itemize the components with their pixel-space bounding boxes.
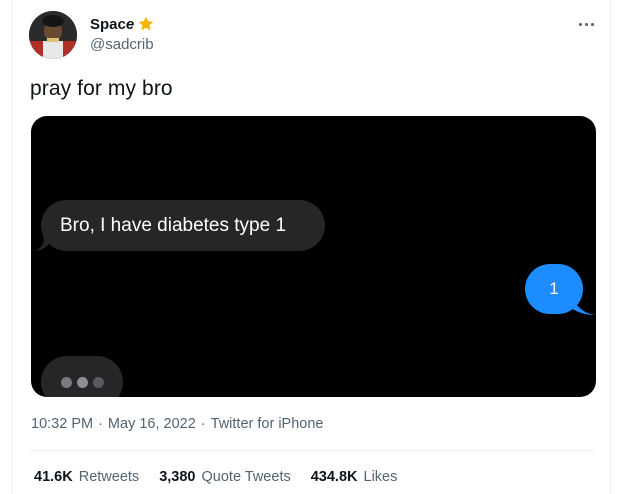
star-icon <box>137 15 155 33</box>
timeline-border-left <box>12 0 13 494</box>
tweet-media-image[interactable]: Bro, I have diabetes type 1 1 <box>31 116 596 397</box>
avatar-photo-icon <box>29 11 77 59</box>
typing-dot <box>60 376 72 388</box>
meta-separator: · <box>98 416 103 432</box>
author-avatar[interactable] <box>29 11 77 59</box>
tweet-text: pray for my bro <box>30 77 173 100</box>
likes-stat[interactable]: 434.8K Likes <box>311 469 398 485</box>
divider <box>30 450 595 451</box>
author-handle[interactable]: @sadcrib <box>90 36 154 53</box>
author-name-row: Space <box>90 14 155 34</box>
received-message-bubble: Bro, I have diabetes type 1 <box>41 200 325 251</box>
more-dot <box>584 22 588 26</box>
quote-tweets-stat[interactable]: 3,380 Quote Tweets <box>159 469 291 485</box>
author-display-name[interactable]: Space <box>90 16 134 33</box>
more-horizontal-icon <box>578 22 582 26</box>
tweet-time[interactable]: 10:32 PM <box>31 416 93 432</box>
more-options-button[interactable] <box>572 12 600 36</box>
typing-dots-icon <box>41 356 123 397</box>
tweet-stats: 41.6K Retweets 3,380 Quote Tweets 434.8K… <box>34 469 417 485</box>
more-dot <box>590 22 594 26</box>
typing-dot <box>92 376 104 388</box>
sent-message-bubble: 1 <box>525 264 583 314</box>
tweet-source[interactable]: Twitter for iPhone <box>211 416 324 432</box>
timeline-border-right <box>610 0 611 494</box>
meta-separator: · <box>200 416 206 432</box>
retweets-stat[interactable]: 41.6K Retweets <box>34 469 139 485</box>
typing-dot <box>76 376 88 388</box>
tweet-meta: 10:32 PM · May 16, 2022 · Twitter for iP… <box>31 416 323 432</box>
tweet-date[interactable]: May 16, 2022 <box>108 416 196 432</box>
